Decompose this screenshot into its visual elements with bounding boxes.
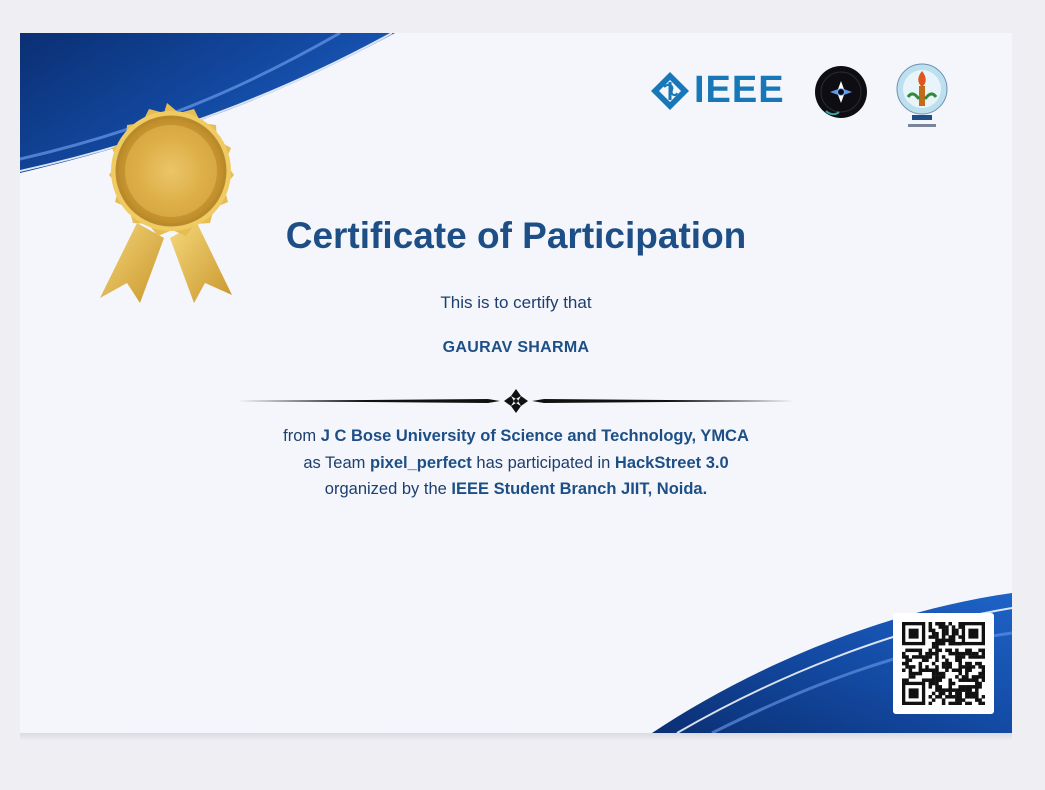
ieee-logo: IEEE [650,69,785,112]
certificate-title: Certificate of Participation [285,215,747,256]
dark-circle-logo [815,66,867,118]
gold-rosette-medal-icon [100,103,234,303]
ornamental-divider [238,389,794,413]
cross-ornament-icon [504,389,528,413]
qr-code[interactable] [893,613,994,714]
certificate-card: IEEE Certificate of Participation This i… [20,33,1012,733]
certify-line: This is to certify that [440,293,592,312]
from-word: from [283,427,317,445]
organized-by-text: organized by the [324,480,447,498]
team-name: pixel_perfect [370,453,472,472]
logo-bar: IEEE [650,63,950,137]
university-name: J C Bose University of Science and Techn… [320,427,749,445]
as-team-text: as Team [303,453,366,472]
qr-code-pattern [902,622,985,705]
organizer-name: IEEE Student Branch JIIT, Noida. [451,480,708,498]
recipient-name: GAURAV SHARMA [442,339,590,356]
ieee-diamond-icon [651,71,689,110]
event-name: HackStreet 3.0 [614,453,729,472]
ieee-wordmark: IEEE [694,69,785,111]
participation-statement: from J C Bose University of Science and … [280,423,752,503]
participated-text: has participated in [476,453,611,472]
card-shadow [20,733,1012,741]
jiit-emblem [896,63,948,127]
